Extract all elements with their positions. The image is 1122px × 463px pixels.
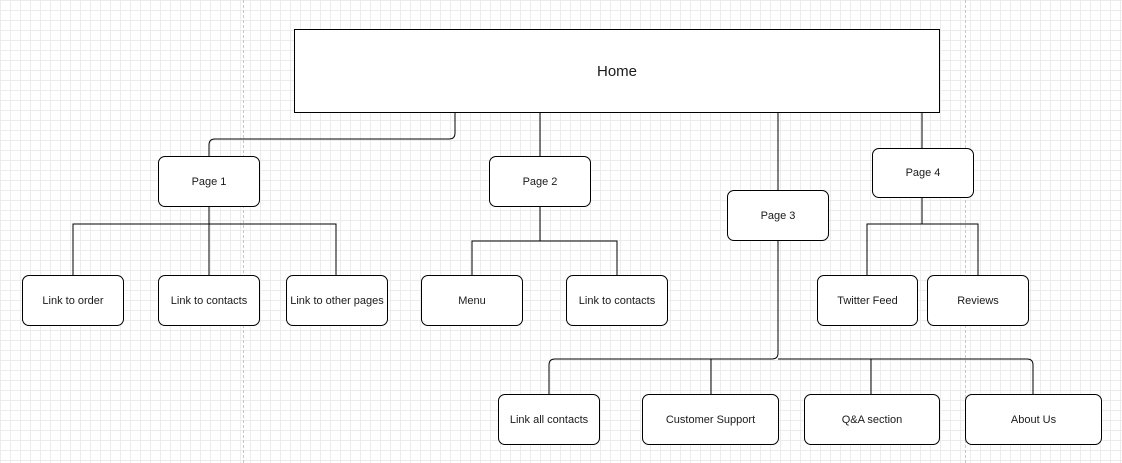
node-page-4[interactable]: Page 4 bbox=[872, 148, 974, 198]
edge-home-page1 bbox=[208, 113, 456, 156]
node-page-1[interactable]: Page 1 bbox=[158, 156, 260, 207]
node-link-to-contacts-page2[interactable]: Link to contacts bbox=[566, 275, 668, 326]
node-link-all-contacts[interactable]: Link all contacts bbox=[498, 394, 600, 445]
node-home[interactable]: Home bbox=[294, 29, 940, 113]
node-twitter-feed[interactable]: Twitter Feed bbox=[817, 275, 918, 326]
node-reviews[interactable]: Reviews bbox=[927, 275, 1029, 326]
edge-page1-children bbox=[72, 207, 337, 275]
node-link-to-order[interactable]: Link to order bbox=[22, 275, 124, 326]
node-link-to-contacts-page1[interactable]: Link to contacts bbox=[158, 275, 260, 326]
node-customer-support[interactable]: Customer Support bbox=[642, 394, 779, 445]
node-qa-section[interactable]: Q&A section bbox=[804, 394, 940, 445]
page-guide-left bbox=[243, 0, 244, 463]
edge-page4-children bbox=[866, 198, 979, 275]
page-guide-right bbox=[965, 0, 966, 463]
node-about-us[interactable]: About Us bbox=[965, 394, 1102, 445]
edge-page2-children bbox=[471, 207, 618, 275]
node-link-to-other-pages[interactable]: Link to other pages bbox=[286, 275, 388, 326]
node-menu[interactable]: Menu bbox=[421, 275, 523, 326]
node-page-2[interactable]: Page 2 bbox=[489, 156, 591, 207]
node-page-3[interactable]: Page 3 bbox=[727, 190, 829, 241]
